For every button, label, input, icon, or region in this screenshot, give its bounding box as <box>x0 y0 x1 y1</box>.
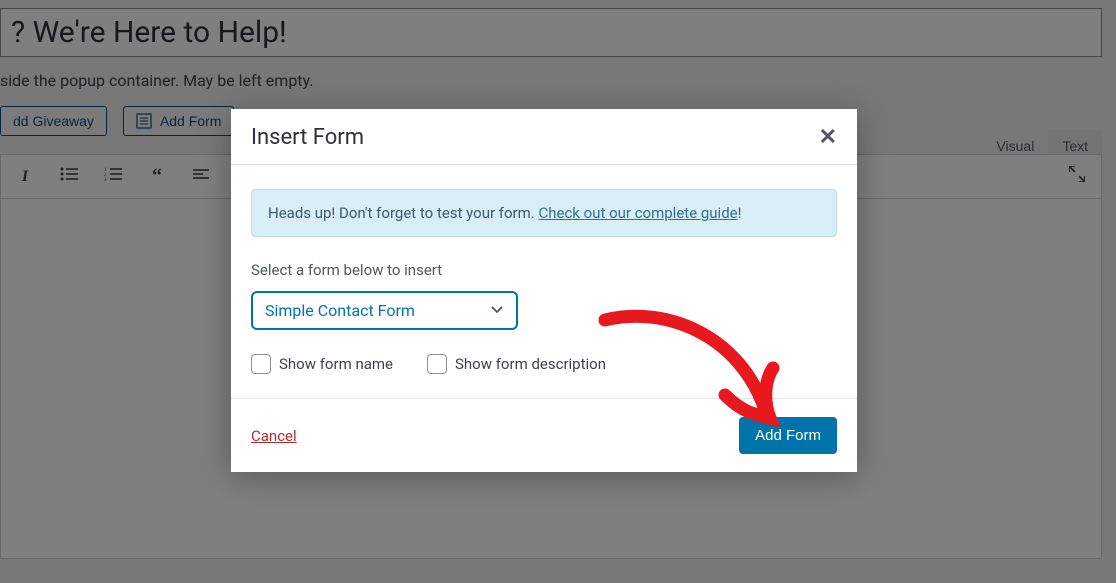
alert-box: Heads up! Don't forget to test your form… <box>251 189 837 237</box>
close-icon[interactable]: ✕ <box>819 125 837 150</box>
alert-suffix: ! <box>738 204 742 222</box>
checkbox-icon[interactable] <box>427 354 447 374</box>
modal-footer: Cancel Add Form <box>231 398 857 472</box>
insert-form-modal: Insert Form ✕ Heads up! Don't forget to … <box>231 109 857 472</box>
alert-link[interactable]: Check out our complete guide <box>538 204 737 222</box>
alert-prefix: Heads up! Don't forget to test your form… <box>268 204 538 222</box>
show-desc-label: Show form description <box>455 355 606 373</box>
modal-header: Insert Form ✕ <box>231 109 857 165</box>
selected-form-value: Simple Contact Form <box>265 301 415 320</box>
show-form-description-option[interactable]: Show form description <box>427 354 606 374</box>
checkbox-row: Show form name Show form description <box>251 354 837 374</box>
show-name-label: Show form name <box>279 355 393 373</box>
cancel-button[interactable]: Cancel <box>251 427 297 445</box>
modal-body: Heads up! Don't forget to test your form… <box>231 165 857 398</box>
show-form-name-option[interactable]: Show form name <box>251 354 393 374</box>
chevron-down-icon <box>490 301 504 320</box>
form-select-dropdown[interactable]: Simple Contact Form <box>251 291 518 330</box>
select-form-label: Select a form below to insert <box>251 261 837 279</box>
modal-title: Insert Form <box>251 125 364 150</box>
checkbox-icon[interactable] <box>251 354 271 374</box>
add-form-button[interactable]: Add Form <box>739 417 837 454</box>
